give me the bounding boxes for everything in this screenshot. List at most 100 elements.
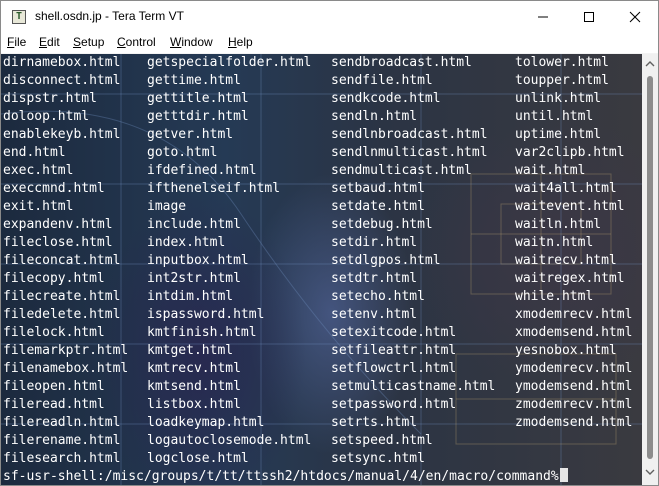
filename-entry: kmtrecv.html — [147, 361, 241, 376]
menu-edit[interactable]: Edit — [39, 35, 60, 49]
filename-entry: setsync.html — [331, 451, 425, 466]
filename-entry: listbox.html — [147, 397, 241, 412]
terminal-line: disconnect.html gettime.html sendfile.html… — [1, 72, 642, 90]
filename-entry: waitrecv.html — [515, 253, 617, 268]
menu-edit-label: dit — [47, 35, 60, 49]
filename-entry: yesnobox.html — [515, 343, 617, 358]
filename-entry: getspecialfolder.html — [147, 55, 312, 70]
menu-window[interactable]: Window — [170, 35, 213, 49]
menu-control[interactable]: Control — [117, 35, 156, 49]
filename-entry: setfileattr.html — [331, 343, 457, 358]
filename-entry: waitn.html — [515, 235, 594, 250]
close-icon — [629, 11, 641, 23]
filename-entry: filelock.html — [3, 325, 105, 340]
filename-entry: exit.html — [3, 199, 74, 214]
minimize-button[interactable] — [520, 1, 566, 33]
menu-setup-mnemonic: S — [73, 35, 82, 49]
window-title: shell.osdn.jp - Tera Term VT — [35, 9, 184, 23]
filename-entry: setdir.html — [331, 235, 418, 250]
terminal-line: fileread.html listbox.html setpassword.htm… — [1, 396, 642, 414]
filename-entry: inputbox.html — [147, 253, 249, 268]
filename-entry: toupper.html — [515, 73, 609, 88]
menu-control-mnemonic: C — [117, 35, 126, 49]
scrollbar-thumb[interactable] — [647, 76, 653, 459]
terminal-line: end.html goto.html sendlnmulticast.html var… — [1, 144, 642, 162]
filename-entry: setdtr.html — [331, 271, 418, 286]
menu-control-label: ontrol — [125, 35, 156, 49]
filename-entry: filecreate.html — [3, 289, 121, 304]
filename-entry: wait.html — [515, 163, 586, 178]
filename-entry: setspeed.html — [331, 433, 433, 448]
filename-entry: enablekeyb.html — [3, 127, 121, 142]
filename-entry: getttdir.html — [147, 109, 249, 124]
menu-file-label: ile — [14, 35, 27, 49]
filename-entry: filedelete.html — [3, 307, 121, 322]
filename-entry: intdim.html — [147, 289, 234, 304]
menu-help-mnemonic: H — [228, 35, 237, 49]
filename-entry: filemarkptr.html — [3, 343, 129, 358]
terminal-line: filerename.html logautoclosemode.html sets… — [1, 432, 642, 450]
menu-bar: File Edit Setup Control Window Help — [1, 33, 658, 53]
filename-entry: until.html — [515, 109, 594, 124]
filename-entry: fileconcat.html — [3, 253, 121, 268]
terminal-line: execcmnd.html ifthenelseif.html setbaud.ht… — [1, 180, 642, 198]
menu-help-label: elp — [236, 35, 253, 49]
filename-entry: setpassword.html — [331, 397, 457, 412]
filename-entry: sendkcode.html — [331, 91, 441, 106]
maximize-icon — [584, 12, 594, 22]
filename-entry: kmtget.html — [147, 343, 234, 358]
filename-entry: kmtsend.html — [147, 379, 241, 394]
filename-entry: uptime.html — [515, 127, 602, 142]
filename-entry: sendln.html — [331, 109, 418, 124]
filename-entry: ifdefined.html — [147, 163, 257, 178]
vertical-scrollbar[interactable] — [642, 54, 658, 485]
filename-entry: logclose.html — [147, 451, 249, 466]
text-cursor — [559, 468, 568, 482]
filename-entry: filerename.html — [3, 433, 121, 448]
menu-help[interactable]: Help — [228, 35, 253, 49]
menu-file[interactable]: File — [7, 35, 26, 49]
terminal-line: filesearch.html logclose.html setsync.html — [1, 450, 642, 468]
filename-entry: gettitle.html — [147, 91, 249, 106]
terminal-line: filelock.html kmtfinish.html setexitcode.h… — [1, 324, 642, 342]
filename-entry: setflowctrl.html — [331, 361, 457, 376]
menu-setup[interactable]: Setup — [73, 35, 104, 49]
terminal-line: filedelete.html ispassword.html setenv.htm… — [1, 306, 642, 324]
close-button[interactable] — [612, 1, 658, 33]
scroll-down-icon[interactable] — [645, 468, 655, 476]
filename-entry: disconnect.html — [3, 73, 121, 88]
filename-entry: int2str.html — [147, 271, 241, 286]
filename-entry: doloop.html — [3, 109, 90, 124]
filename-entry: setrts.html — [331, 415, 418, 430]
terminal-line: filenamebox.html kmtrecv.html setflowctrl.… — [1, 360, 642, 378]
filename-entry: sendfile.html — [331, 73, 433, 88]
terminal-line: fileclose.html index.html setdir.html waitn… — [1, 234, 642, 252]
scroll-up-icon[interactable] — [645, 60, 655, 68]
terminal-line: filecreate.html intdim.html setecho.html wh… — [1, 288, 642, 306]
menu-window-mnemonic: W — [170, 35, 182, 49]
filename-entry: filereadln.html — [3, 415, 121, 430]
filename-entry: fileread.html — [3, 397, 105, 412]
terminal-line: dispstr.html gettitle.html sendkcode.html u… — [1, 90, 642, 108]
shell-prompt: sf-usr-shell:/misc/groups/t/tt/ttssh2/ht… — [3, 468, 568, 485]
terminal-line: doloop.html getttdir.html sendln.html until… — [1, 108, 642, 126]
filename-entry: ymodemsend.html — [515, 379, 633, 394]
shell-prompt-line[interactable]: sf-usr-shell:/misc/groups/t/tt/ttssh2/ht… — [1, 468, 642, 485]
filename-entry: setexitcode.html — [331, 325, 457, 340]
terminal-screen[interactable]: dirnamebox.html getspecialfolder.html send… — [1, 54, 642, 485]
filename-entry: end.html — [3, 145, 66, 160]
teraterm-app-icon[interactable]: T — [12, 10, 26, 24]
filename-entry: index.html — [147, 235, 226, 250]
filename-entry: sendbroadcast.html — [331, 55, 472, 70]
filename-entry: waitevent.html — [515, 199, 625, 214]
filename-entry: setecho.html — [331, 289, 425, 304]
filename-entry: waitln.html — [515, 217, 602, 232]
filename-entry: waitregex.html — [515, 271, 625, 286]
title-bar[interactable]: T shell.osdn.jp - Tera Term VT — [1, 1, 658, 33]
maximize-button[interactable] — [566, 1, 612, 33]
terminal-line: filemarkptr.html kmtget.html setfileattr.h… — [1, 342, 642, 360]
terminal-line: filereadln.html loadkeymap.html setrts.htm… — [1, 414, 642, 432]
filename-entry: xmodemsend.html — [515, 325, 633, 340]
filename-entry: dispstr.html — [3, 91, 97, 106]
filename-entry: expandenv.html — [3, 217, 113, 232]
